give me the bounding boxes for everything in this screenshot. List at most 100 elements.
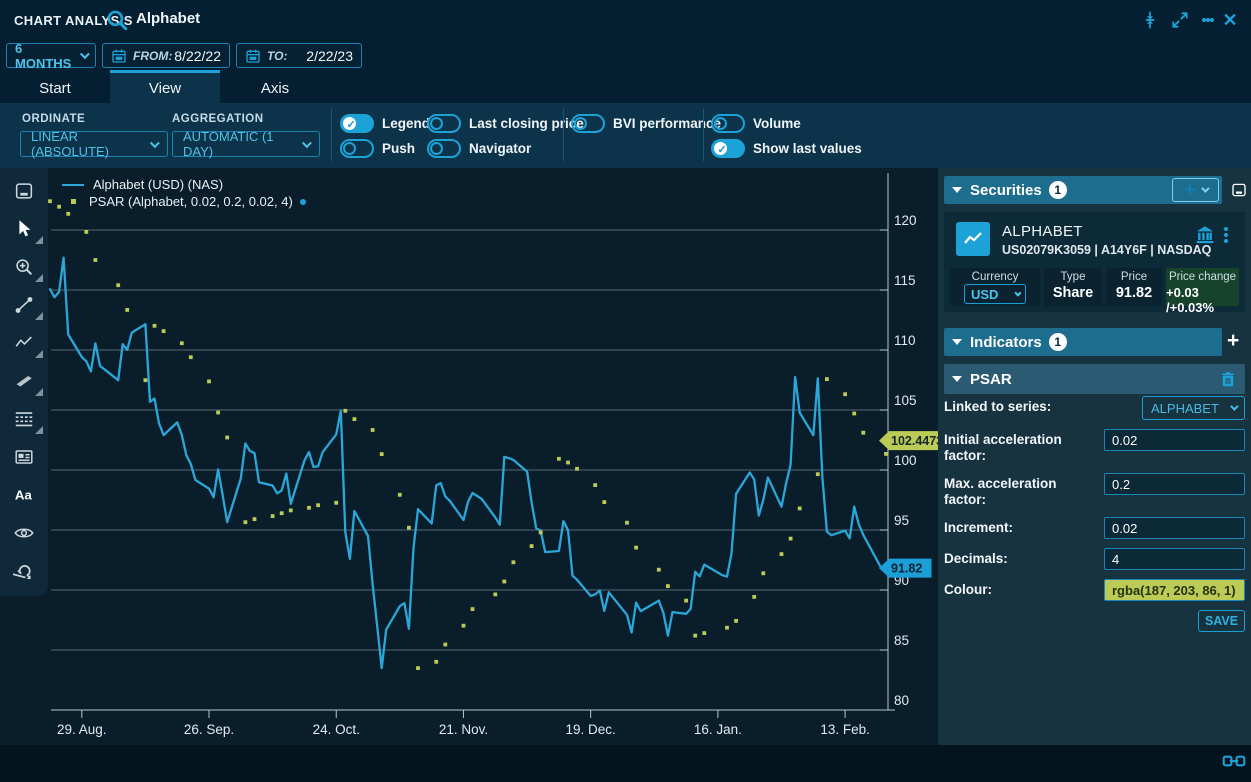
news-tool-icon[interactable]: [0, 438, 48, 476]
svg-text:95: 95: [894, 513, 909, 528]
last-value-tag: 102.4473: [879, 431, 938, 450]
toggle-legend[interactable]: Legend: [340, 113, 430, 133]
increment-row: Increment:: [944, 517, 1245, 539]
chart-canvas[interactable]: 1201151101051009590858029. Aug.26. Sep.2…: [0, 168, 938, 745]
zigzag-tool-icon[interactable]: [0, 324, 48, 362]
search-input[interactable]: Alphabet: [136, 10, 200, 27]
caret-down-icon: [952, 339, 962, 345]
currency-dropdown[interactable]: USD: [964, 284, 1026, 304]
add-security-button[interactable]: +: [1172, 178, 1219, 202]
toggle-last-closing-price[interactable]: Last closing price: [427, 113, 584, 133]
collapse-securities-icon[interactable]: [1230, 181, 1248, 199]
svg-text:19. Dec.: 19. Dec.: [566, 722, 616, 737]
toggle-push[interactable]: Push: [340, 138, 415, 158]
toggle-volume[interactable]: Volume: [711, 113, 801, 133]
colour-row: Colour:: [944, 579, 1245, 601]
ordinate-dropdown[interactable]: LINEAR (ABSOLUTE): [20, 131, 168, 157]
svg-text:110: 110: [894, 333, 916, 348]
exchange-bank-icon[interactable]: [1194, 224, 1216, 246]
svg-text:115: 115: [894, 273, 916, 288]
range-value: 6 MONTHS: [15, 41, 80, 71]
last-value-tag: 91.82: [879, 559, 932, 578]
to-value[interactable]: 2/22/23: [306, 48, 353, 64]
to-date-picker[interactable]: TO: 2/22/23: [236, 43, 362, 68]
psar-dots-series: [48, 199, 888, 670]
toggle-navigator[interactable]: Navigator: [427, 138, 531, 158]
chevron-down-icon: [1014, 289, 1021, 296]
caret-down-icon: [952, 187, 962, 193]
currency-cell: Currency USD: [950, 268, 1040, 306]
svg-text:29. Aug.: 29. Aug.: [57, 722, 107, 737]
divider: [563, 109, 564, 161]
linked-series-dropdown[interactable]: ALPHABET: [1142, 396, 1245, 420]
close-icon[interactable]: ✕: [1218, 8, 1242, 32]
add-indicator-button[interactable]: +: [1227, 329, 1239, 353]
expand-icon[interactable]: [1168, 8, 1192, 32]
calendar-icon: [111, 48, 127, 64]
psar-active-dot: [300, 199, 306, 205]
psar-section-header[interactable]: PSAR: [944, 364, 1245, 394]
legend-item-psar[interactable]: PSAR (Alphabet, 0.02, 0.2, 0.02, 4): [62, 193, 306, 210]
indicators-header[interactable]: Indicators 1 +: [944, 328, 1222, 356]
tab-axis[interactable]: Axis: [220, 70, 330, 103]
price-line-swatch: [62, 184, 84, 186]
tab-view[interactable]: View: [110, 70, 220, 103]
indicators-title: Indicators: [970, 334, 1042, 351]
text-tool-icon[interactable]: Aa: [0, 476, 48, 514]
svg-text:120: 120: [894, 213, 917, 228]
range-dropdown[interactable]: 6 MONTHS: [6, 43, 96, 68]
parallelogram-tool-icon[interactable]: [0, 362, 48, 400]
tab-start[interactable]: Start: [0, 70, 110, 103]
legend-item-price[interactable]: Alphabet (USD) (NAS): [62, 176, 306, 193]
search-icon[interactable]: [104, 7, 130, 33]
security-identifier: US02079K3059 | A14Y6F | NASDAQ: [1002, 243, 1211, 257]
chevron-down-icon: [1230, 402, 1238, 410]
security-name: ALPHABET: [1002, 223, 1083, 240]
psar-colour-input[interactable]: [1104, 579, 1245, 601]
chevron-down-icon: [80, 49, 90, 59]
securities-title: Securities: [970, 182, 1042, 199]
legend-price-label: Alphabet (USD) (NAS): [93, 177, 223, 192]
collapse-panel-icon[interactable]: [0, 172, 48, 210]
initial-af-input[interactable]: [1104, 429, 1245, 451]
drawing-toolbar: Aa: [0, 168, 48, 596]
from-value[interactable]: 8/22/22: [174, 48, 221, 64]
svg-text:16. Jan.: 16. Jan.: [694, 722, 742, 737]
svg-text:91.82: 91.82: [891, 562, 922, 576]
date-controls: 6 MONTHS FROM: 8/22/22 TO: 2/22/23: [0, 40, 1251, 70]
chart-area: 1201151101051009590858029. Aug.26. Sep.2…: [0, 168, 938, 745]
psar-settings: Linked to series: ALPHABET Initial accel…: [944, 396, 1245, 632]
indicators-count-badge: 1: [1049, 333, 1067, 351]
visibility-eye-icon[interactable]: [0, 514, 48, 552]
toggle-bvi-performance[interactable]: BVI performance: [571, 113, 721, 133]
trend-line-tool-icon[interactable]: [0, 286, 48, 324]
aggregation-dropdown[interactable]: AUTOMATIC (1 DAY): [172, 131, 320, 157]
to-label: TO:: [267, 49, 287, 63]
type-cell: Type Share: [1044, 268, 1102, 306]
security-menu-icon[interactable]: [1224, 225, 1228, 245]
initial-af-row: Initial acceleration factor:: [944, 429, 1245, 464]
securities-header[interactable]: Securities 1 +: [944, 176, 1222, 204]
zoom-in-tool-icon[interactable]: [0, 248, 48, 286]
chevron-down-icon: [1201, 184, 1209, 192]
window-menu-icon[interactable]: [1196, 8, 1220, 32]
delete-indicator-icon[interactable]: [1219, 370, 1237, 389]
divider: [331, 109, 332, 161]
cursor-tool-icon[interactable]: [0, 210, 48, 248]
toggle-show-last-values[interactable]: Show last values: [711, 138, 862, 158]
fibonacci-grid-tool-icon[interactable]: [0, 400, 48, 438]
dock-compress-icon[interactable]: [1138, 8, 1162, 32]
svg-text:24. Oct.: 24. Oct.: [313, 722, 360, 737]
magnet-snap-icon[interactable]: [0, 552, 48, 590]
decimals-input[interactable]: [1104, 548, 1245, 570]
link-windows-icon[interactable]: [1222, 752, 1246, 770]
from-date-picker[interactable]: FROM: 8/22/22: [102, 43, 230, 68]
svg-text:26. Sep.: 26. Sep.: [184, 722, 234, 737]
max-af-input[interactable]: [1104, 473, 1245, 495]
increment-input[interactable]: [1104, 517, 1245, 539]
view-ribbon: ORDINATE LINEAR (ABSOLUTE) AGGREGATION A…: [0, 103, 1251, 168]
security-card[interactable]: ALPHABET US02079K3059 | A14Y6F | NASDAQ …: [944, 212, 1245, 312]
chevron-down-icon: [302, 138, 312, 148]
aggregation-label: AGGREGATION: [172, 113, 264, 125]
save-button[interactable]: SAVE: [1198, 610, 1245, 632]
